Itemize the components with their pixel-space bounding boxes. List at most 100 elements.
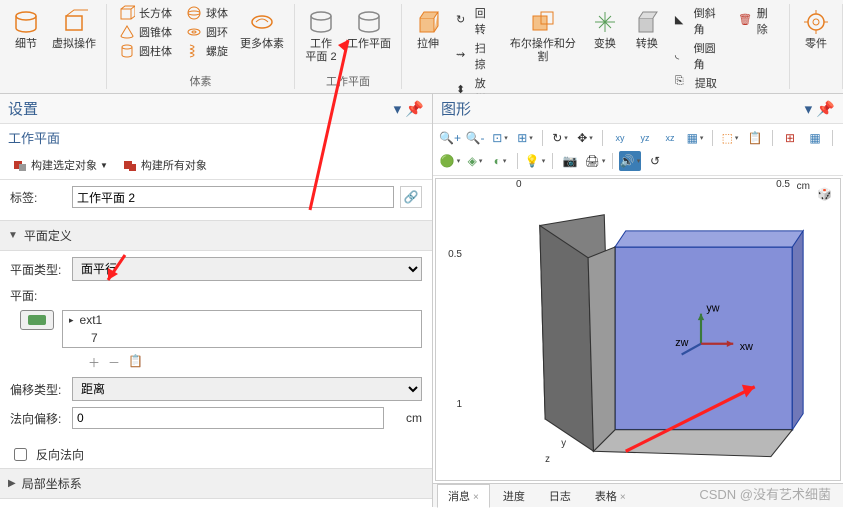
build-all-button[interactable]: 构建所有对象 — [118, 155, 211, 175]
selection-toggle[interactable] — [20, 310, 54, 330]
ribbon-group-primitives: 长方体 圆锥体 圆柱体 球体 圆环 螺旋 更多体素 体素 — [107, 4, 295, 89]
primitives-group-label: 体素 — [190, 71, 212, 89]
normal-offset-input[interactable] — [72, 407, 384, 429]
ribbon-group-parts: 零件 — [790, 4, 843, 89]
zoom-extents-icon[interactable]: ⊡ — [489, 128, 511, 148]
primitives-col2: 球体 圆环 螺旋 — [180, 4, 234, 71]
list-item[interactable]: 7 — [63, 329, 421, 347]
grid2-icon[interactable]: ▦ — [804, 128, 826, 148]
label-field-label: 标签: — [10, 189, 66, 206]
cone-button[interactable]: 圆锥体 — [117, 23, 174, 41]
plane-def-section[interactable]: ▼ 平面定义 — [0, 220, 432, 251]
rotate-icon[interactable]: ↻ — [549, 128, 571, 148]
camera-icon[interactable]: 📷 — [559, 151, 581, 171]
primitives-col1: 长方体 圆锥体 圆柱体 — [113, 4, 178, 71]
fillet-button[interactable]: ◟倒圆角 — [673, 39, 726, 73]
select-icon[interactable]: ⬚ — [719, 128, 741, 148]
unit-label: cm — [390, 411, 422, 425]
watermark: CSDN @没有艺术细菌 — [699, 484, 831, 503]
wp-label: 工作平面 — [347, 38, 391, 51]
close-icon[interactable]: × — [620, 492, 626, 503]
reset-icon[interactable]: ↺ — [644, 151, 666, 171]
boolean-label: 布尔操作和分割 — [507, 38, 579, 64]
parts-icon — [800, 6, 832, 38]
zoom-in-icon[interactable]: 🔍+ — [439, 128, 461, 148]
view-cube-icon[interactable]: 🎲 — [817, 187, 832, 201]
tab-table[interactable]: 表格× — [584, 484, 637, 508]
xz-view-icon[interactable]: xz — [659, 128, 681, 148]
grid-icon[interactable]: ⊞ — [779, 128, 801, 148]
wireframe-icon[interactable]: ◈ — [464, 151, 486, 171]
render-icon[interactable]: 🟢 — [439, 151, 461, 171]
label-input[interactable] — [72, 186, 394, 208]
workplane2-button[interactable]: 工作 平面 2 — [301, 4, 341, 71]
delete-button[interactable]: 🗑删除 — [736, 4, 779, 38]
sweep-button[interactable]: ⇝扫掠 — [454, 39, 497, 73]
reverse-normal-checkbox[interactable] — [14, 448, 27, 461]
face-list[interactable]: ▸ext1 7 — [62, 310, 422, 348]
plane-type-select[interactable]: 面平行 — [72, 257, 422, 281]
cylinder-button[interactable]: 圆柱体 — [117, 42, 174, 60]
zoom-out-icon[interactable]: 🔍- — [464, 128, 486, 148]
ruler-top: 0 0.5 — [476, 179, 830, 197]
view-icon[interactable]: ▦ — [684, 128, 706, 148]
detail-label: 细节 — [15, 38, 37, 51]
print-icon[interactable]: 🖨 — [584, 151, 606, 171]
wp2-label: 工作 平面 2 — [305, 38, 336, 64]
pan-icon[interactable]: ✥ — [574, 128, 596, 148]
close-icon[interactable]: × — [473, 492, 479, 503]
transform-button[interactable]: 变换 — [585, 4, 625, 108]
virtual-ops-button[interactable]: 虚拟操作 — [48, 4, 100, 87]
xy-view-icon[interactable]: xy — [609, 128, 631, 148]
add-icon[interactable]: ＋ — [88, 354, 100, 371]
transparency-icon[interactable]: ◐ — [489, 151, 511, 171]
offset-type-select[interactable]: 距离 — [72, 377, 422, 401]
clipboard-icon[interactable]: 📋 — [744, 128, 766, 148]
build-selected-button[interactable]: 构建选定对象 ▼ — [8, 155, 112, 175]
sweep-icon: ⇝ — [456, 48, 471, 64]
main-area: 设置 ▾ 📌 工作平面 构建选定对象 ▼ 构建所有对象 标签: 🔗 — [0, 94, 843, 507]
coords-section[interactable]: ▶ 局部坐标系 — [0, 468, 432, 499]
light-icon[interactable]: 💡 — [524, 151, 546, 171]
mesh-icon — [58, 6, 90, 38]
cylinder-icon — [10, 6, 42, 38]
tab-messages[interactable]: 消息× — [437, 484, 490, 508]
torus-button[interactable]: 圆环 — [184, 23, 230, 41]
box-button[interactable]: 长方体 — [117, 4, 174, 22]
settings-subtitle: 工作平面 — [0, 124, 432, 151]
chamfer-button[interactable]: ◣倒斜角 — [673, 4, 726, 38]
graphics-header: 图形 ▾ 📌 — [433, 94, 843, 124]
dropdown-icon: ▼ — [100, 161, 108, 170]
chamfer-icon: ◣ — [675, 13, 690, 29]
helix-button[interactable]: 螺旋 — [184, 42, 230, 60]
convert-button[interactable]: 转换 — [627, 4, 667, 108]
settings-panel: 设置 ▾ 📌 工作平面 构建选定对象 ▼ 构建所有对象 标签: 🔗 — [0, 94, 433, 507]
workplane-group-label: 工作平面 — [326, 71, 370, 89]
link-icon[interactable]: 🔗 — [400, 186, 422, 208]
yz-view-icon[interactable]: yz — [634, 128, 656, 148]
convert-label: 转换 — [636, 38, 658, 51]
extrude-button[interactable]: 拉伸 — [408, 4, 448, 108]
zoom-box-icon[interactable]: ⊞ — [514, 128, 536, 148]
remove-icon[interactable]: － — [108, 354, 120, 371]
extract-button[interactable]: ⎘提取 — [673, 74, 726, 92]
tab-progress[interactable]: 进度 — [492, 484, 536, 508]
list-item[interactable]: ▸ext1 — [63, 311, 421, 329]
pin-icon[interactable]: ▾ 📌 — [805, 100, 835, 118]
parts-button[interactable]: 零件 — [796, 4, 836, 87]
viewport[interactable]: 0 0.5 cm 0.5 1 — [435, 178, 841, 481]
workplane-icon — [305, 6, 337, 38]
ruler-left: 0.5 1 — [436, 209, 466, 450]
revolve-button[interactable]: ↻回转 — [454, 4, 497, 38]
extract-icon: ⎘ — [675, 75, 691, 91]
more-primitives-button[interactable]: 更多体素 — [236, 4, 288, 71]
workplane-button[interactable]: 工作平面 — [343, 4, 395, 71]
sound-icon[interactable]: 🔊 — [619, 151, 641, 171]
tab-log[interactable]: 日志 — [538, 484, 582, 508]
detail-button[interactable]: 细节 — [6, 4, 46, 87]
paste-icon[interactable]: 📋 — [128, 354, 143, 371]
build-toolbar: 构建选定对象 ▼ 构建所有对象 — [0, 151, 432, 180]
boolean-button[interactable]: 布尔操作和分割 — [503, 4, 583, 108]
sphere-button[interactable]: 球体 — [184, 4, 230, 22]
pin-icon[interactable]: ▾ 📌 — [394, 100, 424, 118]
